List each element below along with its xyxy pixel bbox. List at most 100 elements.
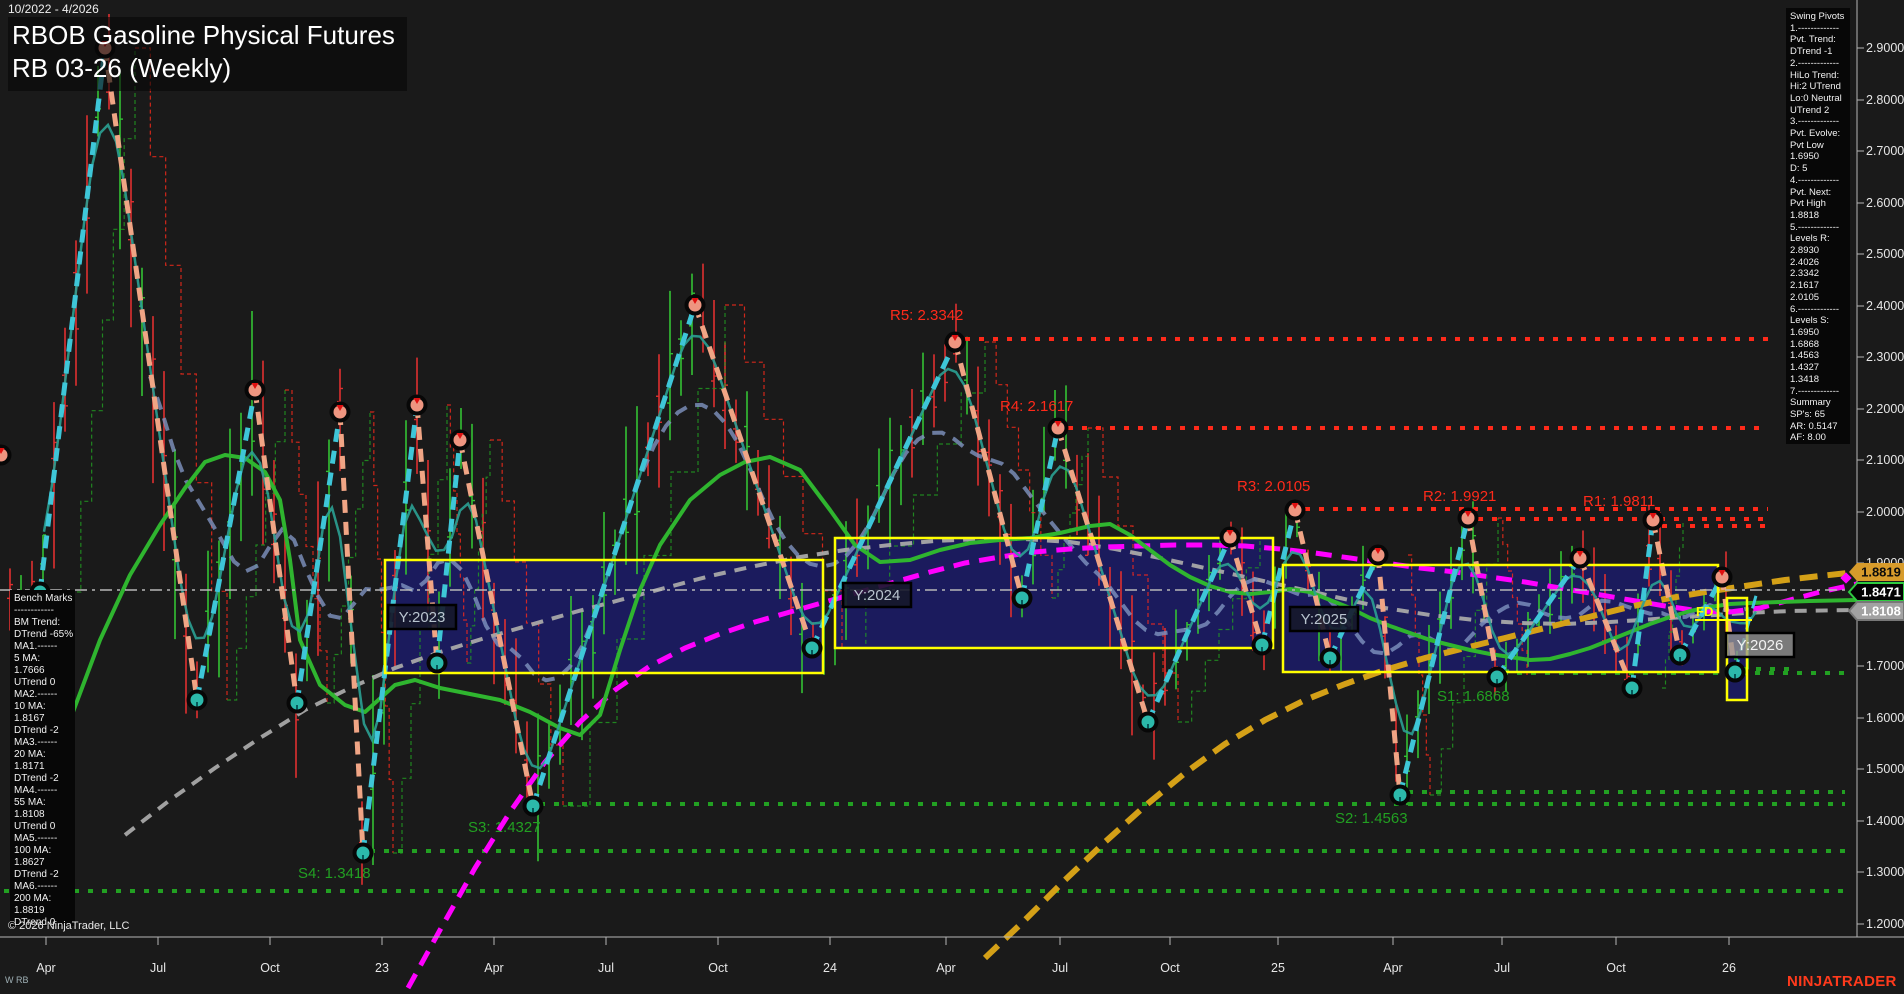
bench-marks-line: 1.8819 <box>14 905 45 916</box>
swing-pivots-line: HiLo Trend: <box>1790 69 1840 81</box>
support-label-s2: S2: 1.4563 <box>1335 810 1408 827</box>
chart-canvas[interactable]: S1: 1.6868S2: 1.4563S3: 1.4327S4: 1.3418… <box>0 0 1904 994</box>
chart-title: RBOB Gasoline Physical Futures RB 03-26 … <box>8 17 407 91</box>
bench-marks-line: DTrend -2 <box>14 725 59 736</box>
copyright-label: © 2026 NinjaTrader, LLC <box>8 920 130 932</box>
bench-marks-line: 1.7666 <box>14 665 45 676</box>
price-tag-value: 1.8819 <box>1861 565 1901 580</box>
swing-pivots-line: AR: 0.5147 <box>1790 420 1838 432</box>
swing-pivots-line: 2.8930 <box>1790 245 1820 257</box>
bench-marks-line: MA4.------ <box>14 785 58 796</box>
resistance-label-r5: R5: 2.3342 <box>890 307 963 324</box>
time-axis-label: 23 <box>375 961 389 975</box>
bench-marks-line: UTrend 0 <box>14 821 56 832</box>
year-label: Y:2025 <box>1301 611 1348 628</box>
bench-marks-line: 100 MA: <box>14 845 52 856</box>
swing-pivots-line: 1.6868 <box>1790 338 1820 350</box>
swing-pivots-line: Lo:0 Neutral <box>1790 92 1842 104</box>
fd-marker-label: FD <box>1696 604 1713 619</box>
swing-pivots-line: 2.------------- <box>1790 57 1840 69</box>
zigzag-down-segment <box>252 389 300 704</box>
price-axis-label: 1.3000 <box>1866 865 1904 879</box>
swing-pivots-line: 2.4026 <box>1790 256 1820 268</box>
swing-pivots-line: Pvt High <box>1790 198 1826 210</box>
swing-pivots-line: SP's: 65 <box>1790 408 1826 420</box>
time-axis-label: Jul <box>598 961 614 975</box>
time-axis[interactable] <box>45 937 1730 945</box>
swing-pivots-panel: Swing Pivots 1.------------- Pvt. Trend: DT… <box>1786 8 1850 444</box>
swing-pivots-line: Pvt. Trend: <box>1790 34 1836 46</box>
swing-pivots-line: Pvt Low <box>1790 139 1824 151</box>
swing-pivots-line: 6.------------- <box>1790 303 1840 315</box>
ninjatrader-chart-window: S1: 1.6868 S2: 1.4563 S3: 1.4327 S4: 1.3418… <box>0 0 1904 994</box>
time-axis-label: Oct <box>708 961 728 975</box>
time-axis-label: Apr <box>484 961 503 975</box>
price-axis-label: 1.4000 <box>1866 814 1904 828</box>
time-axis-label: 26 <box>1722 961 1736 975</box>
bench-marks-line: 1.8171 <box>14 761 45 772</box>
zigzag-up-segment <box>37 47 108 593</box>
title-line-2: RB 03-26 (Weekly) <box>12 53 232 83</box>
bench-marks-line: ------------ <box>14 605 54 616</box>
year-label: Y:2023 <box>399 609 446 626</box>
swing-pivots-line: Levels S: <box>1790 315 1830 327</box>
price-axis-label: 2.8000 <box>1866 93 1904 107</box>
swing-pivots-line: 2.0105 <box>1790 291 1820 303</box>
swing-pivots-line: AF: 8.00 <box>1790 432 1826 444</box>
series-interval-label: W RB <box>5 975 29 985</box>
swing-pivots-line: Levels R: <box>1790 233 1830 245</box>
swing-pivots-line: Swing Pivots <box>1790 11 1845 22</box>
swing-pivots-line: 1.------------- <box>1790 22 1840 34</box>
swing-pivots-line: 2.3342 <box>1790 268 1820 280</box>
support-label-s1: S1: 1.6868 <box>1437 688 1510 705</box>
time-axis-label: 24 <box>823 961 837 975</box>
bench-marks-line: MA1.------ <box>14 641 58 652</box>
time-axis-label: Apr <box>936 961 955 975</box>
bench-marks-line: 20 MA: <box>14 749 46 760</box>
price-axis[interactable] <box>1857 47 1864 925</box>
resistance-label-r3: R3: 2.0105 <box>1237 478 1310 495</box>
time-axis-label: Oct <box>260 961 280 975</box>
resistance-label-r2: R2: 1.9921 <box>1423 488 1496 505</box>
swing-pivots-line: 1.4327 <box>1790 362 1820 374</box>
bench-marks-line: MA5.------ <box>14 833 58 844</box>
bench-marks-line: DTrend -65% <box>14 629 74 640</box>
zigzag-up-segment <box>194 389 258 701</box>
time-axis-label: Apr <box>36 961 55 975</box>
bench-marks-line: 1.8167 <box>14 713 45 724</box>
bench-marks-line: DTrend -2 <box>14 869 59 880</box>
swing-pivots-line: 3.------------- <box>1790 116 1840 128</box>
price-axis-label: 2.7000 <box>1866 144 1904 158</box>
bench-marks-line: DTrend -2 <box>14 773 59 784</box>
swing-pivots-line: Summary <box>1790 397 1831 409</box>
zigzag-down-segment <box>337 411 366 854</box>
bench-marks-line: 10 MA: <box>14 701 46 712</box>
bench-marks-line: MA6.------ <box>14 881 58 892</box>
resistance-label-r1: R1: 1.9811 <box>1583 493 1655 510</box>
swing-pivots-line: 1.4563 <box>1790 350 1820 362</box>
swing-pivots-line: 4.------------- <box>1790 174 1840 186</box>
ninjatrader-logo: NINJATRADER <box>1787 973 1897 990</box>
price-axis-label: 2.3000 <box>1866 350 1904 364</box>
swing-pivots-line: Hi:2 UTrend <box>1790 81 1841 93</box>
bench-marks-panel: Bench Marks ------------ BM Trend: DTrend -… <box>10 590 75 926</box>
price-tag-value: 1.8108 <box>1861 604 1901 619</box>
price-axis-label: 2.5000 <box>1866 247 1904 261</box>
swing-pivots-line: 1.6950 <box>1790 151 1820 163</box>
price-axis-label: 2.4000 <box>1866 299 1904 313</box>
time-axis-label: Jul <box>150 961 166 975</box>
date-range-label: 10/2022 - 4/2026 <box>8 2 99 16</box>
bench-marks-line: MA2.------ <box>14 689 58 700</box>
swing-pivots-line: D: 5 <box>1790 163 1808 175</box>
bench-marks-line: 200 MA: <box>14 893 52 904</box>
bench-marks-line: Bench Marks <box>14 593 73 604</box>
title-line-1: RBOB Gasoline Physical Futures <box>12 20 395 50</box>
price-axis-label: 2.1000 <box>1866 453 1904 467</box>
price-axis-label: 2.0000 <box>1866 505 1904 519</box>
bench-marks-line: 1.8627 <box>14 857 45 868</box>
price-axis-label: 1.6000 <box>1866 711 1904 725</box>
bench-marks-line: MA3.------ <box>14 737 58 748</box>
swing-pivots-line: 1.3418 <box>1790 373 1820 385</box>
time-axis-label: 25 <box>1271 961 1285 975</box>
time-axis-label: Jul <box>1494 961 1510 975</box>
